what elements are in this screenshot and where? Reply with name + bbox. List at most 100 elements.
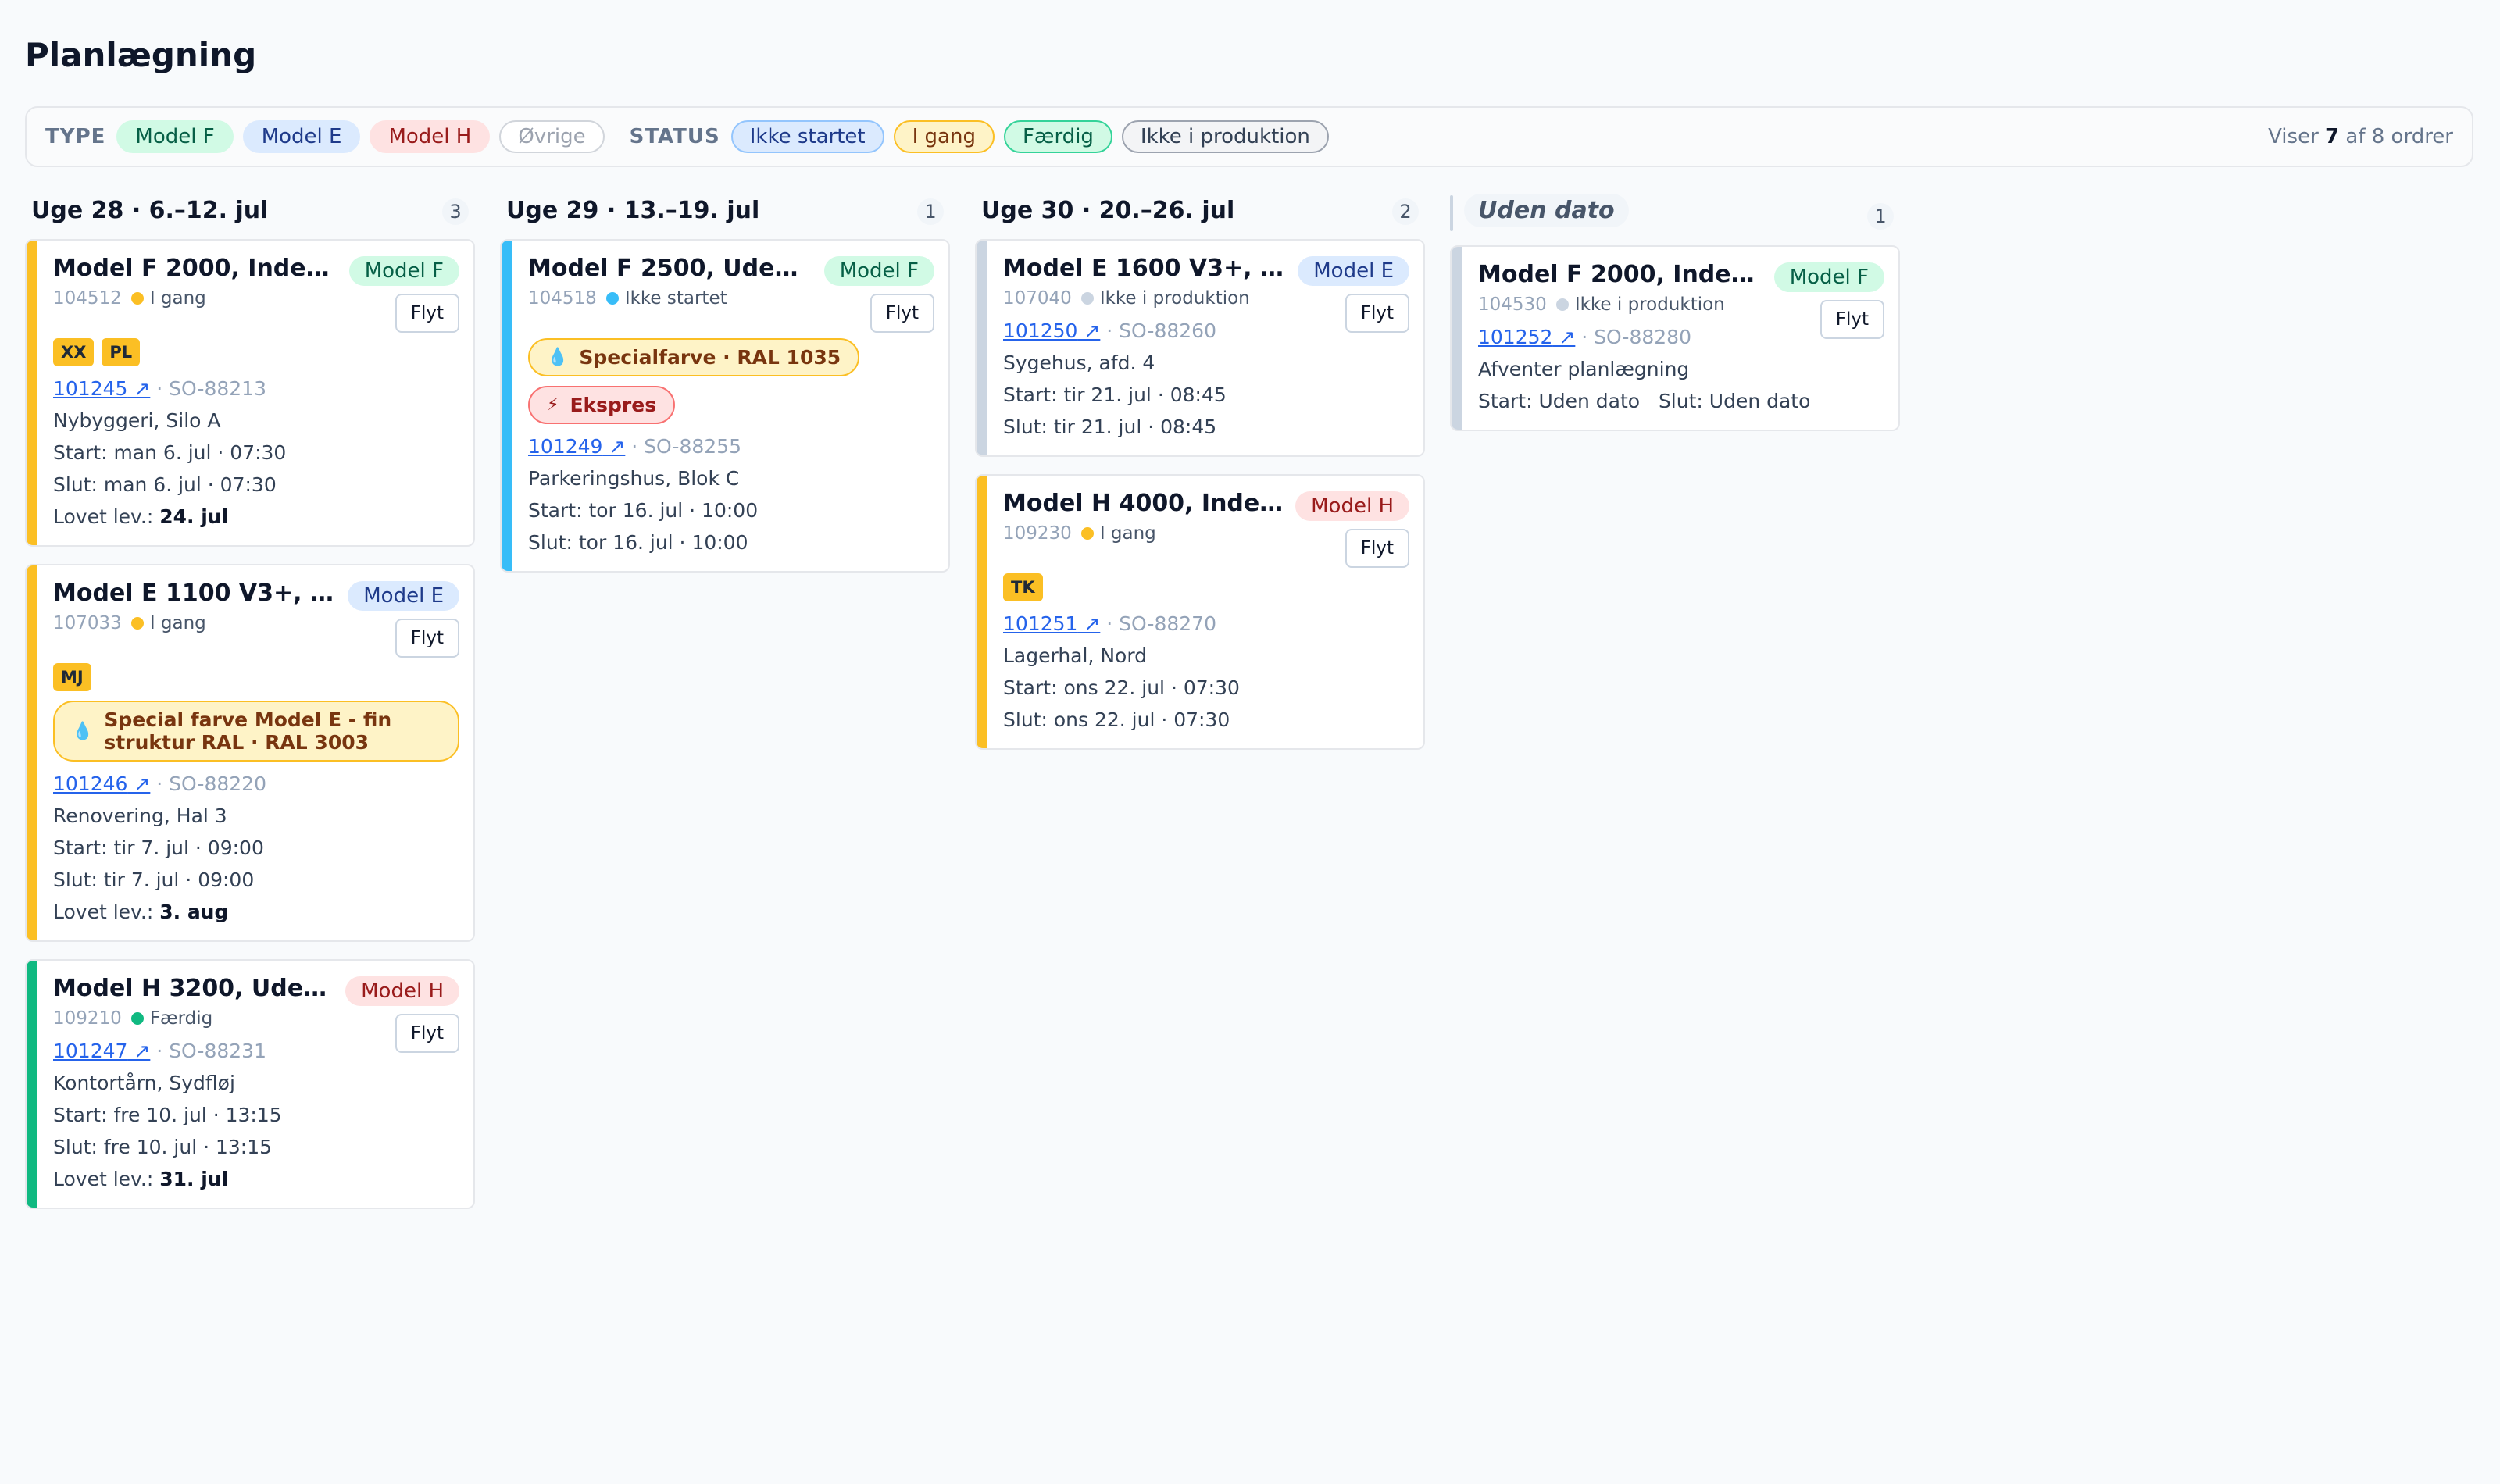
status-text: Ikke i produktion [1099,288,1250,309]
move-button[interactable]: Flyt [395,294,459,333]
model-badge: Model H [345,976,459,1006]
end-time: Slut: man 6. jul · 07:30 [53,473,277,496]
type-filter-model-f[interactable]: Model F [116,120,234,153]
move-button[interactable]: Flyt [870,294,934,333]
column-count: 1 [917,198,944,225]
tag-list: TK [1003,573,1409,601]
order-card[interactable]: Model H 3200, Uden… Model H 109210 Færdi… [25,959,475,1209]
paint-drop-icon: 💧 [72,721,94,741]
special-paint-notice: 💧 Special farve Model E - fin struktur R… [53,701,459,762]
column-count: 1 [1867,203,1894,230]
order-card[interactable]: Model F 2000, Inden… Model F 104530 Ikke… [1450,245,1900,431]
model-badge: Model H [1295,491,1409,521]
order-card[interactable]: Model F 2000, Inden… Model F 104512 I ga… [25,239,475,547]
date-range: Start: Uden dato Slut: Uden dato [1478,390,1811,412]
order-link[interactable]: 101252 ↗ [1478,326,1575,348]
status-filter-done[interactable]: Færdig [1003,120,1112,153]
move-button[interactable]: Flyt [1345,294,1409,333]
order-card[interactable]: Model E 1600 V3+, In… Model E 107040 Ikk… [975,239,1425,457]
order-number: 104512 [53,288,122,309]
status-filter-in-progress[interactable]: I gang [893,120,995,153]
status-filter-label: STATUS [629,125,720,148]
end-time: Slut: fre 10. jul · 13:15 [53,1136,273,1158]
order-link[interactable]: 101250 ↗ [1003,319,1100,342]
card-title: Model F 2000, Inden… [1478,261,1759,288]
tag-list: XX PL [53,338,459,366]
week-column: Uge 29 · 13.–19. jul 1 Model F 2500, Ude… [500,192,950,573]
initials-tag: MJ [53,663,91,691]
card-title: Model F 2000, Inden… [53,255,334,282]
column-title: Uden dato [1464,194,1629,227]
order-card[interactable]: Model E 1100 V3+, In… Model E 107033 I g… [25,564,475,942]
order-link[interactable]: 101246 ↗ [53,772,150,795]
order-reference: 101246 ↗ · SO-88220 [53,772,266,795]
end-time: Slut: tor 16. jul · 10:00 [528,531,748,554]
lightning-icon: ⚡ [547,395,559,415]
end-time: Slut: ons 22. jul · 07:30 [1003,708,1230,731]
status-text: I gang [1099,523,1156,544]
order-reference: 101245 ↗ · SO-88213 [53,377,266,400]
status-filter-not-started[interactable]: Ikke startet [730,120,884,153]
type-filter-label: TYPE [45,125,106,148]
start-time: Start: tor 16. jul · 10:00 [528,499,759,522]
type-filter-model-e[interactable]: Model E [242,120,361,153]
column-header: Uge 29 · 13.–19. jul 1 [500,192,950,228]
order-link[interactable]: 101249 ↗ [528,435,625,458]
week-column: Uge 28 · 6.–12. jul 3 Model F 2000, Inde… [25,192,475,1209]
type-filter-other[interactable]: Øvrige [499,120,605,153]
initials-tag: XX [53,338,95,366]
initials-tag: PL [102,338,141,366]
move-button[interactable]: Flyt [1345,529,1409,568]
order-number: 109230 [1003,523,1072,544]
card-title: Model H 4000, Inden… [1003,490,1284,517]
page-title: Planlægning [25,36,257,74]
location: Lagerhal, Nord [1003,644,1148,667]
status-dot [130,292,144,305]
type-filter-model-h[interactable]: Model H [370,120,491,153]
column-title: Uge 30 · 20.–26. jul [981,197,1235,224]
tag-list: MJ [53,663,459,691]
model-badge: Model E [348,581,459,611]
promised-delivery: Lovet lev.: 24. jul [53,505,229,528]
order-reference: 101249 ↗ · SO-88255 [528,435,741,458]
card-title: Model H 3200, Uden… [53,975,334,1002]
column-header: Uge 28 · 6.–12. jul 3 [25,192,475,228]
status-text: I gang [149,288,206,309]
week-column: Uge 30 · 20.–26. jul 2 Model E 1600 V3+,… [975,192,1425,750]
order-link[interactable]: 101247 ↗ [53,1040,150,1062]
order-number: 109210 [53,1008,122,1029]
model-badge: Model F [348,256,459,286]
column-divider [1450,195,1453,231]
status-text: Færdig [149,1008,213,1029]
no-date-column: Uden dato 1 Model F 2000, Inden… Model F… [1450,192,1900,431]
status-dot [605,292,619,305]
result-count: Viser 7 af 8 ordrer [2268,125,2453,148]
status-text: I gang [149,613,206,633]
order-number: 107033 [53,613,122,633]
column-header: Uge 30 · 20.–26. jul 2 [975,192,1425,228]
move-button[interactable]: Flyt [1820,300,1884,339]
order-link[interactable]: 101245 ↗ [53,377,150,400]
filter-bar: TYPE Model F Model E Model H Øvrige STAT… [25,106,2473,167]
status-text: Ikke i produktion [1574,294,1725,315]
paint-drop-icon: 💧 [547,348,569,367]
order-number: 104530 [1478,294,1547,315]
order-number: 107040 [1003,288,1072,309]
promised-delivery: Lovet lev.: 3. aug [53,901,229,923]
location: Afventer planlægning [1478,358,1690,380]
model-badge: Model F [1773,262,1884,292]
order-card[interactable]: Model F 2500, Udend… Model F 104518 Ikke… [500,239,950,573]
card-title: Model E 1100 V3+, In… [53,580,334,607]
column-count: 2 [1392,198,1419,225]
status-dot [1080,527,1094,540]
model-badge: Model F [823,256,934,286]
status-dot [130,617,144,630]
status-text: Ikke startet [624,288,727,309]
status-filter-not-in-production[interactable]: Ikke i produktion [1121,120,1329,153]
status-dot [1555,298,1569,311]
move-button[interactable]: Flyt [395,1014,459,1053]
order-link[interactable]: 101251 ↗ [1003,612,1100,635]
start-time: Start: ons 22. jul · 07:30 [1003,676,1240,699]
order-card[interactable]: Model H 4000, Inden… Model H 109230 I ga… [975,474,1425,750]
move-button[interactable]: Flyt [395,619,459,658]
